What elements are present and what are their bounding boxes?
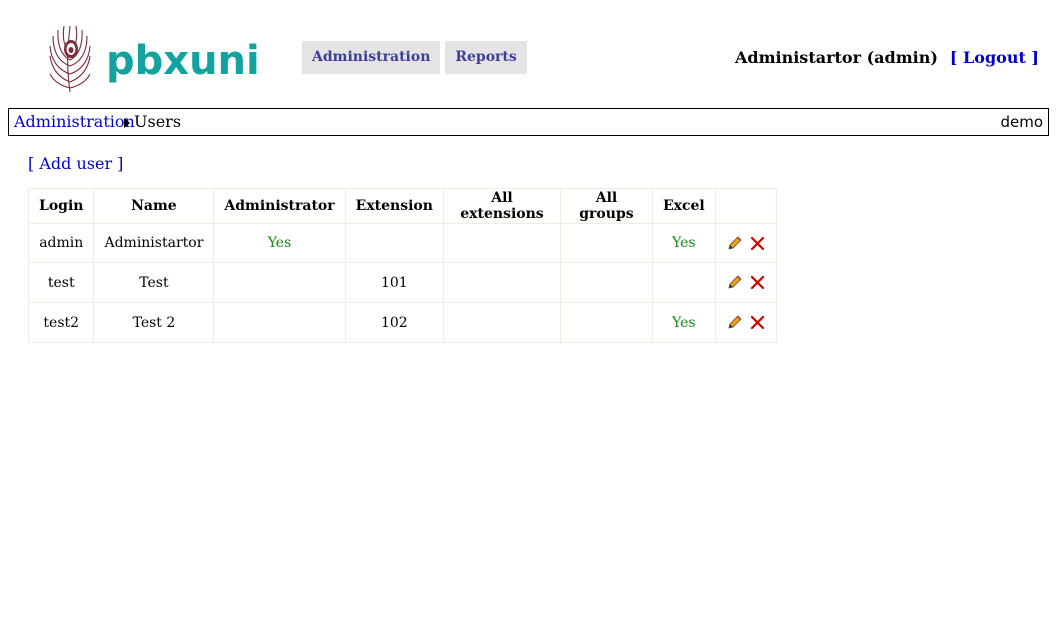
cell-extension: 101 — [344, 262, 444, 303]
table-row: test Test 101 — [27, 262, 777, 303]
table-header-row: Login Name Administrator Extension All e… — [27, 188, 777, 224]
cell-excel: Yes — [651, 223, 716, 263]
top-nav: Administration Reports — [302, 41, 527, 74]
cell-actions — [714, 223, 777, 263]
table-row: admin Administartor Yes Yes — [27, 223, 777, 263]
cell-excel — [651, 262, 716, 303]
cell-all-extensions — [442, 262, 561, 303]
cell-login: test — [27, 262, 95, 303]
nav-reports[interactable]: Reports — [445, 41, 527, 74]
pencil-icon[interactable] — [726, 274, 743, 291]
column-header-administrator: Administrator — [213, 188, 346, 224]
pbxunit-logo[interactable]: pbxunit — [46, 22, 260, 94]
table-row: test2 Test 2 102 Yes — [27, 302, 777, 343]
cell-login: test2 — [27, 302, 95, 343]
cell-administrator — [213, 302, 346, 343]
delete-x-icon[interactable] — [749, 314, 766, 331]
column-header-extension: Extension — [344, 188, 444, 224]
column-header-excel: Excel — [651, 188, 716, 224]
current-user-name: Administartor (admin) — [734, 48, 938, 67]
cell-login: admin — [27, 223, 95, 263]
delete-x-icon[interactable] — [749, 235, 766, 252]
column-header-all-extensions: All extensions — [442, 188, 561, 224]
breadcrumb: Administration Users demo — [8, 108, 1049, 136]
breadcrumb-arrow-icon — [124, 118, 130, 128]
breadcrumb-administration-link[interactable]: Administration — [14, 109, 135, 135]
cell-actions — [714, 302, 777, 343]
page: pbxunit Administration Reports Administa… — [0, 0, 1057, 635]
column-header-all-groups: All groups — [559, 188, 653, 224]
cell-extension: 102 — [344, 302, 444, 343]
cell-all-groups — [559, 262, 653, 303]
cell-name: Test — [93, 262, 215, 303]
instance-name: demo — [1000, 113, 1043, 131]
cell-actions — [714, 262, 777, 303]
cell-name: Test 2 — [93, 302, 215, 343]
add-user-link[interactable]: [ Add user ] — [28, 154, 123, 173]
logout-link[interactable]: [ Logout ] — [950, 48, 1039, 67]
cell-all-extensions — [442, 302, 561, 343]
delete-x-icon[interactable] — [749, 274, 766, 291]
column-header-name: Name — [93, 188, 215, 224]
cell-all-groups — [559, 302, 653, 343]
user-area: Administartor (admin) [ Logout ] — [735, 48, 1039, 67]
users-table: Login Name Administrator Extension All e… — [27, 188, 777, 343]
cell-all-extensions — [442, 223, 561, 263]
cell-extension — [344, 223, 444, 263]
breadcrumb-current: Users — [134, 112, 182, 131]
cell-name: Administartor — [93, 223, 215, 263]
pencil-icon[interactable] — [726, 235, 743, 252]
column-header-login: Login — [27, 188, 95, 224]
cell-administrator: Yes — [213, 223, 346, 263]
cell-administrator — [213, 262, 346, 303]
cell-all-groups — [559, 223, 653, 263]
logo-text: pbxunit — [106, 38, 260, 84]
cell-excel: Yes — [651, 302, 716, 343]
column-header-actions — [714, 188, 777, 224]
pencil-icon[interactable] — [726, 314, 743, 331]
nav-administration[interactable]: Administration — [302, 41, 441, 74]
peacock-feather-icon: pbxunit — [49, 25, 260, 93]
